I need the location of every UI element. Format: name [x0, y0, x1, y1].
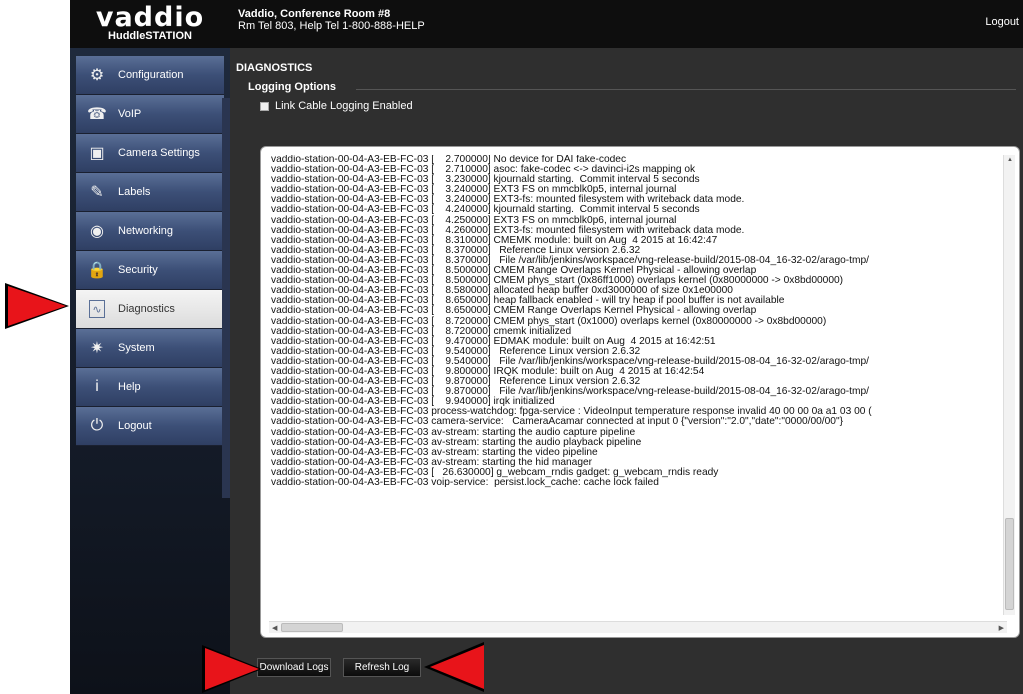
sidebar-item-label: Networking [118, 225, 174, 237]
sidebar-item-diagnostics[interactable]: ∿ Diagnostics [76, 290, 224, 329]
section-divider [356, 89, 1016, 90]
globe-icon: ◉ [90, 223, 104, 240]
logging-options-heading: Logging Options [248, 81, 336, 93]
sidebar-item-label: Logout [118, 420, 152, 432]
scroll-left-icon[interactable]: ◀ [272, 624, 277, 632]
log-text[interactable]: vaddio-station-00-04-A3-EB-FC-03 [ 2.700… [271, 155, 987, 611]
phone-icon: ☎ [87, 106, 107, 123]
diagnostics-icon: ∿ [89, 300, 105, 318]
pencil-icon: ✎ [90, 184, 104, 201]
log-line: vaddio-station-00-04-A3-EB-FC-03 [ 8.650… [271, 305, 757, 317]
main-content: DIAGNOSTICS Logging Options Link Cable L… [230, 48, 1023, 694]
log-vertical-scrollbar[interactable]: ▲ [1003, 155, 1015, 615]
top-bar: vaddio HuddleSTATION Vaddio, Conference … [70, 0, 1023, 48]
logo-wordmark: vaddio [95, 2, 205, 33]
tools-icon: ⚙ [89, 67, 105, 84]
sidebar-item-labels[interactable]: ✎ Labels [76, 173, 224, 212]
sidebar-nav: ⚙ Configuration ☎ VoIP ▣ Camera Settings ✎ Labe… [76, 56, 224, 446]
sidebar: ⚙ Configuration ☎ VoIP ▣ Camera Settings ✎ Labe… [70, 48, 230, 694]
annotation-arrow-download [205, 648, 259, 690]
sidebar-item-logout[interactable]: ⏻ Logout [76, 407, 224, 446]
logout-link[interactable]: Logout [985, 16, 1019, 28]
sidebar-item-label: System [118, 342, 155, 354]
sidebar-item-system[interactable]: ✷ System [76, 329, 224, 368]
scroll-up-icon[interactable]: ▲ [1007, 157, 1013, 163]
refresh-log-button[interactable]: Refresh Log [343, 658, 421, 677]
sidebar-item-label: Labels [118, 186, 151, 198]
sidebar-item-label: VoIP [118, 108, 142, 120]
page-title: DIAGNOSTICS [236, 62, 313, 74]
sidebar-item-label: Security [118, 264, 158, 276]
log-viewer: vaddio-station-00-04-A3-EB-FC-03 [ 2.700… [260, 146, 1020, 638]
log-horizontal-scrollbar[interactable]: ◀ ▶ [269, 621, 1007, 633]
help-icon: i [95, 378, 99, 395]
logo-product-name: HuddleSTATION [108, 30, 192, 42]
scroll-right-icon[interactable]: ▶ [999, 624, 1004, 632]
sidebar-scrollbar[interactable] [222, 98, 230, 498]
sidebar-item-configuration[interactable]: ⚙ Configuration [76, 56, 224, 95]
camera-icon: ▣ [89, 145, 105, 162]
log-vertical-scroll-thumb[interactable] [1005, 518, 1014, 610]
room-name: Vaddio, Conference Room #8 [238, 8, 391, 20]
lock-icon: 🔒 [87, 262, 107, 279]
link-cable-logging-checkbox[interactable] [260, 101, 269, 111]
sidebar-item-label: Diagnostics [118, 303, 175, 315]
sidebar-item-voip[interactable]: ☎ VoIP [76, 95, 224, 134]
annotation-arrow-refresh [430, 645, 484, 689]
room-phones: Rm Tel 803, Help Tel 1-800-888-HELP [238, 20, 425, 32]
gears-icon: ✷ [90, 340, 104, 357]
annotation-arrow-diagnostics [8, 286, 66, 326]
vaddio-logo: vaddio HuddleSTATION [70, 0, 230, 48]
link-cable-logging-label: Link Cable Logging Enabled [275, 100, 413, 112]
sidebar-item-label: Configuration [118, 69, 184, 81]
sidebar-item-camera-settings[interactable]: ▣ Camera Settings [76, 134, 224, 173]
room-info: Vaddio, Conference Room #8 Rm Tel 803, H… [238, 8, 425, 32]
log-horizontal-scroll-thumb[interactable] [281, 623, 343, 632]
sidebar-item-security[interactable]: 🔒 Security [76, 251, 224, 290]
sidebar-item-networking[interactable]: ◉ Networking [76, 212, 224, 251]
link-cable-logging-option: Link Cable Logging Enabled [260, 100, 413, 112]
sidebar-item-help[interactable]: i Help [76, 368, 224, 407]
download-logs-button[interactable]: Download Logs [257, 658, 331, 677]
sidebar-item-label: Help [118, 381, 141, 393]
log-line: vaddio-station-00-04-A3-EB-FC-03 voip-se… [271, 477, 659, 488]
sidebar-item-label: Camera Settings [118, 147, 200, 159]
power-icon: ⏻ [90, 417, 104, 434]
